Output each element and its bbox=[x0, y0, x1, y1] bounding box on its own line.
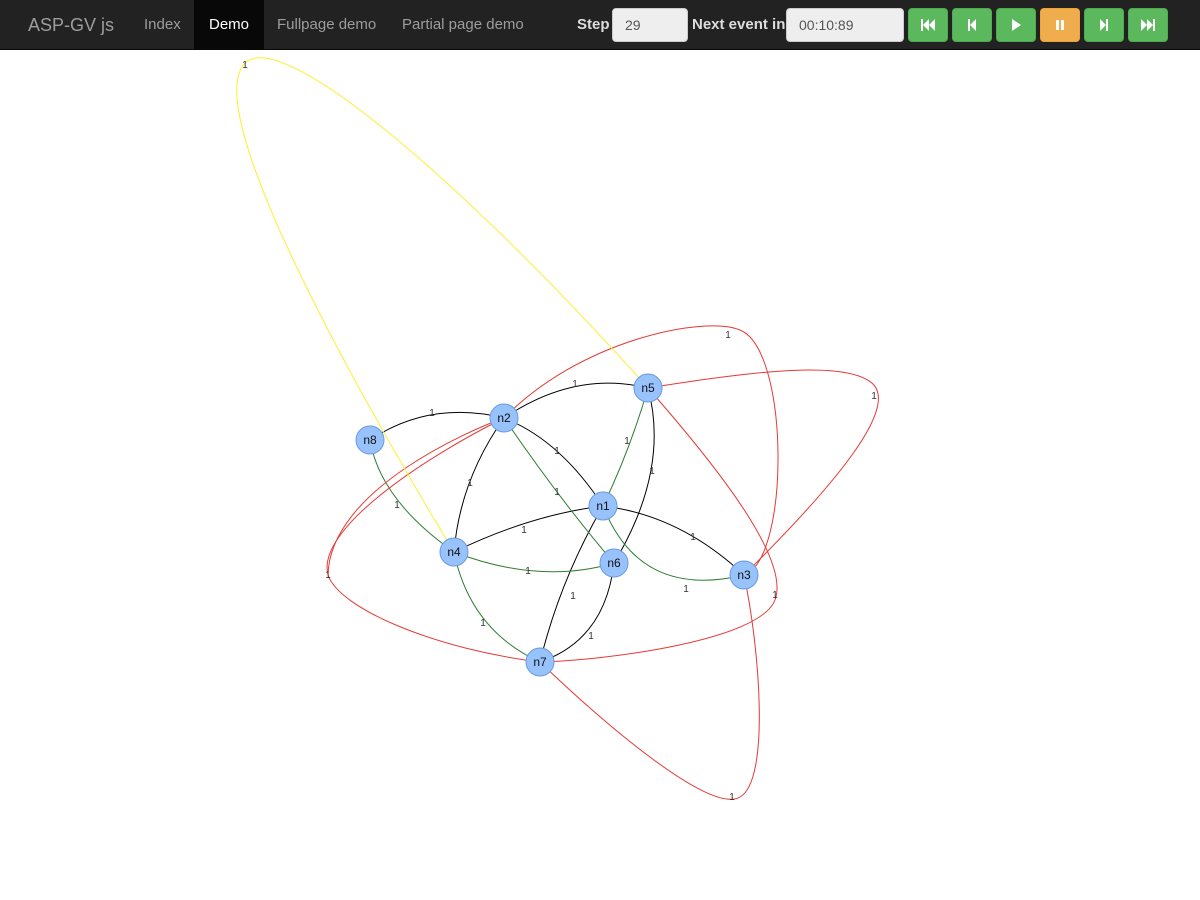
play-icon bbox=[1012, 19, 1021, 31]
nav-link-fullpage-demo[interactable]: Fullpage demo bbox=[262, 0, 391, 50]
step-forward-icon bbox=[1100, 19, 1108, 31]
top-navbar: ASP-GV js Index Demo Fullpage demo Parti… bbox=[0, 0, 1200, 50]
edge-label-n3-n7: 1 bbox=[729, 792, 735, 803]
edge-label-n1-n7: 1 bbox=[570, 591, 576, 602]
graph-edge-n5-n7[interactable] bbox=[539, 387, 778, 663]
edge-label-n5-n1: 1 bbox=[624, 436, 630, 447]
edge-label-n4-n5: 1 bbox=[242, 60, 248, 71]
edge-label-n8-n4: 1 bbox=[394, 500, 400, 511]
first-step-button[interactable] bbox=[908, 8, 948, 42]
graph-edge-n5-n1[interactable] bbox=[602, 387, 649, 507]
graph-edge-n2-n7[interactable] bbox=[327, 417, 505, 576]
play-button[interactable] bbox=[996, 8, 1036, 42]
node-label: n4 bbox=[447, 545, 461, 559]
pause-button[interactable] bbox=[1040, 8, 1080, 42]
node-label: n8 bbox=[363, 433, 377, 447]
edge-label-n2-n3: 1 bbox=[725, 330, 731, 341]
graph-edge-n8-n4[interactable] bbox=[369, 439, 455, 553]
edge-label-n2-n5: 1 bbox=[572, 379, 578, 390]
edge-label-n5-n3: 1 bbox=[871, 391, 877, 402]
next-step-button[interactable] bbox=[1084, 8, 1124, 42]
node-label: n2 bbox=[497, 411, 511, 425]
edge-label-n1-n3: 1 bbox=[690, 532, 696, 543]
previous-step-button[interactable] bbox=[952, 8, 992, 42]
graph-node-n7[interactable]: n7 bbox=[525, 647, 555, 677]
graph-edge-n4-n5[interactable] bbox=[236, 57, 649, 553]
graph-node-n5[interactable]: n5 bbox=[633, 373, 663, 403]
node-label: n1 bbox=[596, 499, 610, 513]
graph-edge-n6-n7[interactable] bbox=[539, 562, 615, 663]
graph-edge-n2-n3[interactable] bbox=[503, 325, 779, 576]
edge-label-n4-n7: 1 bbox=[480, 618, 486, 629]
nav-link-index[interactable]: Index bbox=[129, 0, 196, 50]
edge-label-n4-n1: 1 bbox=[521, 525, 527, 536]
pause-icon bbox=[1056, 20, 1064, 30]
graph-canvas[interactable]: 111111111111111111111 n1n2n3n4n5n6n7n8 bbox=[0, 51, 1200, 900]
graph-edge-n7-n3[interactable] bbox=[326, 417, 541, 663]
node-label: n7 bbox=[533, 655, 547, 669]
graph-edge-n5-n6[interactable] bbox=[613, 387, 655, 564]
edge-label-n1-n3: 1 bbox=[683, 584, 689, 595]
next-event-label: Next event in bbox=[692, 16, 786, 33]
next-event-timer[interactable] bbox=[786, 8, 904, 42]
edge-label-n8-n2: 1 bbox=[429, 408, 435, 419]
graph-edge-n2-n4[interactable] bbox=[453, 417, 505, 553]
edge-label-n2-n6: 1 bbox=[554, 487, 560, 498]
edge-label-n6-n7: 1 bbox=[588, 631, 594, 642]
node-label: n6 bbox=[607, 556, 621, 570]
graph-node-n4[interactable]: n4 bbox=[439, 537, 469, 567]
node-label: n5 bbox=[641, 381, 655, 395]
node-label: n3 bbox=[737, 568, 751, 582]
nav-link-demo[interactable]: Demo bbox=[194, 0, 265, 50]
graph-edge-n3-n7[interactable] bbox=[539, 574, 760, 800]
edge-label-n5-n7: 1 bbox=[772, 590, 778, 601]
last-step-button[interactable] bbox=[1128, 8, 1168, 42]
graph-edge-n5-n3[interactable] bbox=[647, 369, 879, 576]
graph-node-n8[interactable]: n8 bbox=[355, 425, 385, 455]
graph-node-n1[interactable]: n1 bbox=[588, 491, 618, 521]
step-backward-icon bbox=[968, 19, 976, 31]
edge-label-n2-n4: 1 bbox=[467, 478, 473, 489]
graph-edge-n4-n1[interactable] bbox=[453, 505, 604, 553]
nav-link-partial-page-demo[interactable]: Partial page demo bbox=[387, 0, 539, 50]
edge-label-n2-n1: 1 bbox=[554, 446, 560, 457]
fast-backward-icon bbox=[921, 19, 935, 31]
step-input[interactable] bbox=[612, 8, 688, 42]
edge-label-n5-n6: 1 bbox=[649, 466, 655, 477]
graph-edge-n4-n6[interactable] bbox=[453, 551, 615, 573]
graph-node-n3[interactable]: n3 bbox=[729, 560, 759, 590]
graph-node-n2[interactable]: n2 bbox=[489, 403, 519, 433]
graph-node-n6[interactable]: n6 bbox=[599, 548, 629, 578]
step-label: Step bbox=[577, 16, 610, 33]
fast-forward-icon bbox=[1141, 19, 1155, 31]
app-brand[interactable]: ASP-GV js bbox=[28, 0, 114, 50]
edge-label-n4-n6: 1 bbox=[525, 566, 531, 577]
